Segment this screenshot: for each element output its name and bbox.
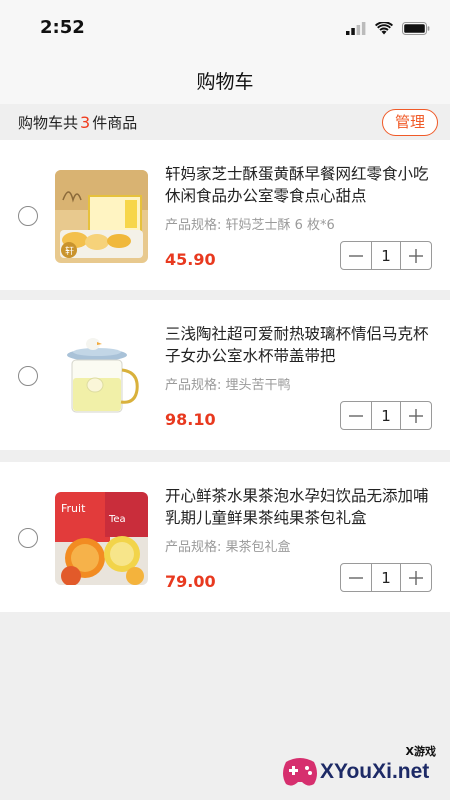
- quantity-stepper: 1: [340, 401, 432, 430]
- manage-button[interactable]: 管理: [381, 109, 438, 136]
- quantity-value[interactable]: 1: [371, 564, 401, 591]
- product-image[interactable]: 轩: [55, 170, 148, 263]
- product-title[interactable]: 开心鲜茶水果茶泡水孕妇饮品无添加哺乳期儿童鲜果茶纯果茶包礼盒: [165, 485, 435, 529]
- decrease-quantity-button[interactable]: [341, 242, 371, 269]
- increase-quantity-button[interactable]: [401, 242, 431, 269]
- nav-bar: 购物车: [0, 56, 450, 104]
- svg-text:Tea: Tea: [108, 514, 126, 525]
- decrease-quantity-button[interactable]: [341, 402, 371, 429]
- decrease-quantity-button[interactable]: [341, 564, 371, 591]
- cellular-signal-icon: [346, 20, 366, 39]
- increase-quantity-button[interactable]: [401, 402, 431, 429]
- product-price: 79.00: [165, 572, 216, 591]
- svg-text:Fruit: Fruit: [61, 502, 86, 515]
- quantity-stepper: 1: [340, 563, 432, 592]
- select-item-radio[interactable]: [18, 528, 38, 548]
- increase-quantity-button[interactable]: [401, 564, 431, 591]
- product-image[interactable]: Fruit Tea: [55, 492, 148, 585]
- product-spec[interactable]: 产品规格: 轩妈芝士酥 6 枚*6: [165, 214, 335, 233]
- product-title[interactable]: 三浅陶社超可爱耐热玻璃杯情侣马克杯子女办公室水杯带盖带把: [165, 323, 435, 367]
- status-bar: 2:52: [0, 0, 450, 56]
- quantity-stepper: 1: [340, 241, 432, 270]
- product-image[interactable]: [55, 330, 148, 423]
- product-price: 98.10: [165, 410, 216, 429]
- cart-item: Fruit Tea 开心鲜茶水果茶泡水孕妇饮品无添加哺乳期儿童鲜果茶纯果茶包礼盒…: [0, 462, 450, 612]
- plus-icon: [409, 408, 423, 423]
- page-title: 购物车: [196, 70, 254, 93]
- watermark-text: XYouXi.net: [320, 760, 430, 783]
- product-spec[interactable]: 产品规格: 果茶包礼盒: [165, 536, 291, 555]
- cart-summary: 购物车共 3 件商品: [18, 112, 137, 133]
- gamepad-logo-icon: [283, 758, 317, 786]
- minus-icon: [349, 576, 363, 579]
- battery-icon: [402, 20, 430, 39]
- plus-icon: [409, 570, 423, 585]
- select-item-radio[interactable]: [18, 366, 38, 386]
- status-time: 2:52: [40, 17, 85, 38]
- cart-item-count: 3: [80, 112, 91, 132]
- cart-summary-bar: 购物车共 3 件商品 管理: [0, 104, 450, 140]
- watermark: X游戏 XYouXi.net: [280, 730, 450, 800]
- quantity-value[interactable]: 1: [371, 242, 401, 269]
- product-title[interactable]: 轩妈家芝士酥蛋黄酥早餐网红零食小吃休闲食品办公室零食点心甜点: [165, 163, 435, 207]
- product-price: 45.90: [165, 250, 216, 269]
- quantity-value[interactable]: 1: [371, 402, 401, 429]
- minus-icon: [349, 414, 363, 417]
- cart-summary-prefix: 购物车共: [18, 113, 79, 132]
- cart-item: 轩 轩妈家芝士酥蛋黄酥早餐网红零食小吃休闲食品办公室零食点心甜点 产品规格: 轩…: [0, 140, 450, 290]
- select-item-radio[interactable]: [18, 206, 38, 226]
- plus-icon: [409, 248, 423, 263]
- cart-item: 三浅陶社超可爱耐热玻璃杯情侣马克杯子女办公室水杯带盖带把 产品规格: 埋头苦干鸭…: [0, 300, 450, 450]
- status-icons: [346, 20, 430, 39]
- cart-summary-suffix: 件商品: [92, 113, 138, 132]
- product-spec[interactable]: 产品规格: 埋头苦干鸭: [165, 374, 291, 393]
- svg-text:轩: 轩: [65, 245, 74, 257]
- wifi-icon: [375, 20, 393, 39]
- watermark-sub-label: X游戏: [405, 745, 436, 758]
- minus-icon: [349, 254, 363, 257]
